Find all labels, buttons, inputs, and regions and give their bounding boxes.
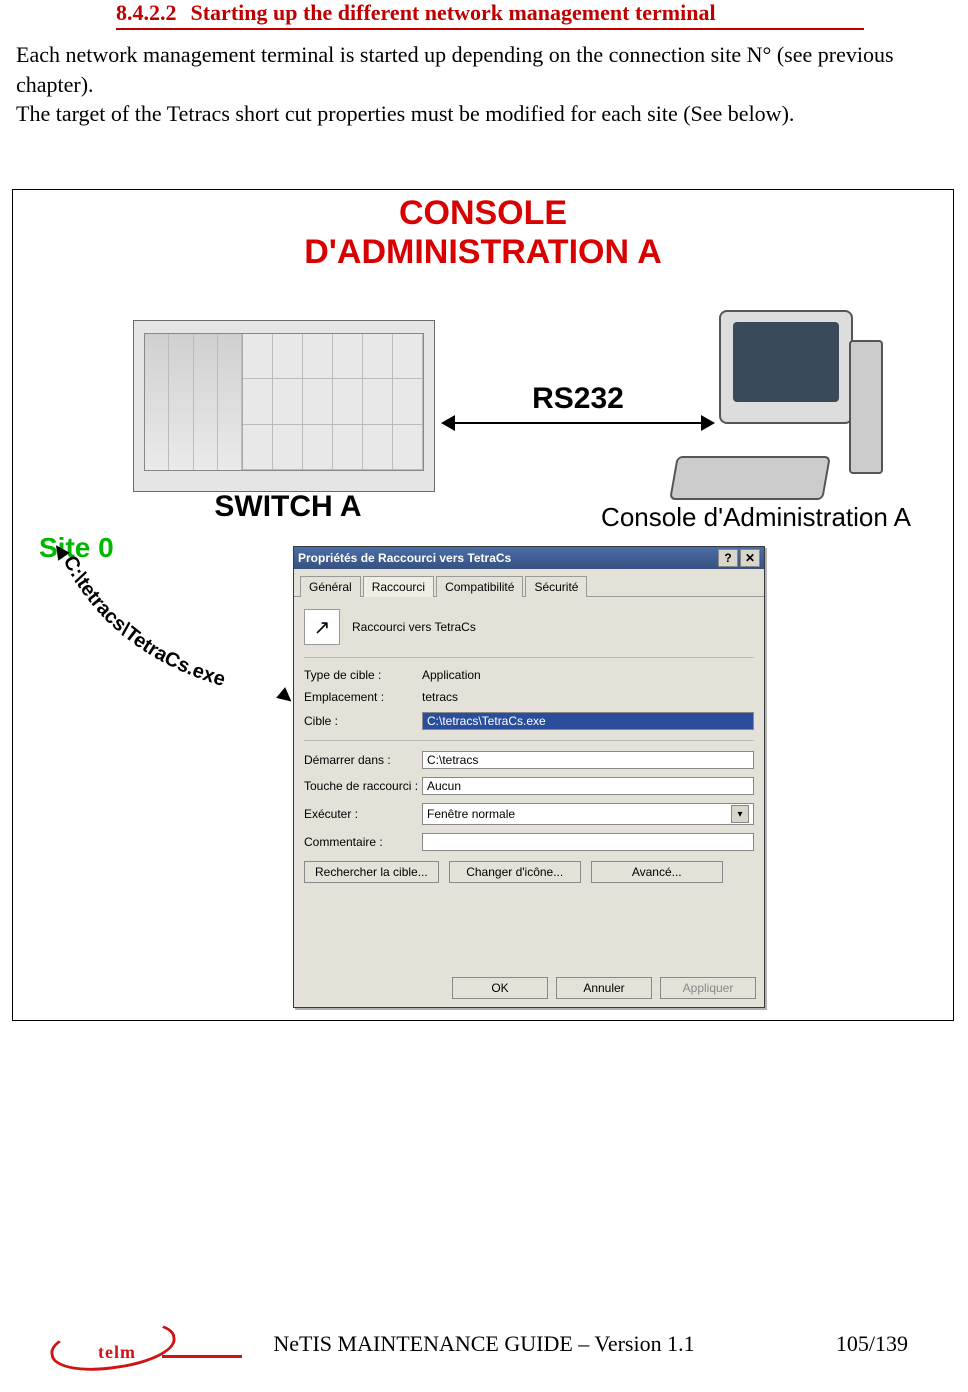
console-title-line2: D'ADMINISTRATION A (13, 233, 953, 272)
section-number: 8.4.2.2 (116, 0, 177, 26)
path-text-curve: C:\tetracs\TetraCs.exe (43, 550, 323, 720)
console-title-line1: CONSOLE (13, 194, 953, 233)
find-target-button[interactable]: Rechercher la cible... (304, 861, 439, 883)
paragraph-1: Each network management terminal is star… (16, 40, 952, 99)
target-input[interactable]: C:\tetracs\TetraCs.exe (422, 712, 754, 730)
tab-shortcut[interactable]: Raccourci (363, 576, 434, 597)
tab-security[interactable]: Sécurité (525, 576, 587, 597)
switch-illustration (133, 320, 435, 492)
startin-input[interactable]: C:\tetracs (422, 751, 754, 769)
close-button[interactable]: ✕ (740, 549, 760, 567)
tab-general[interactable]: Général (300, 576, 361, 597)
footer-page-number: 105/139 (788, 1331, 908, 1357)
rs232-label: RS232 (453, 382, 703, 416)
shortcut-icon: ↗ (304, 609, 340, 645)
properties-dialog: Propriétés de Raccourci vers TetraCs ? ✕… (293, 546, 765, 1008)
path-text: C:\tetracs\TetraCs.exe (59, 552, 228, 691)
icon-caption: Raccourci vers TetraCs (352, 620, 476, 634)
page-footer: telm NeTIS MAINTENANCE GUIDE – Version 1… (0, 1314, 968, 1374)
dialog-titlebar: Propriétés de Raccourci vers TetraCs ? ✕ (294, 547, 764, 569)
location-value: tetracs (422, 690, 458, 704)
ok-button[interactable]: OK (452, 977, 548, 999)
startin-label: Démarrer dans : (304, 753, 422, 767)
section-heading: 8.4.2.2 Starting up the different networ… (116, 0, 864, 30)
location-label: Emplacement : (304, 690, 422, 704)
hotkey-input[interactable]: Aucun (422, 777, 754, 795)
pc-illustration (673, 310, 883, 500)
apply-button[interactable]: Appliquer (660, 977, 756, 999)
body-text: Each network management terminal is star… (8, 40, 960, 129)
run-select[interactable]: Fenêtre normale ▾ (422, 803, 754, 825)
tab-compatibility[interactable]: Compatibilité (436, 576, 523, 597)
paragraph-2: The target of the Tetracs short cut prop… (16, 99, 952, 129)
pc-label: Console d'Administration A (571, 502, 941, 533)
help-button[interactable]: ? (718, 549, 738, 567)
console-title: CONSOLE D'ADMINISTRATION A (13, 194, 953, 272)
comment-input[interactable] (422, 833, 754, 851)
figure-diagram: CONSOLE D'ADMINISTRATION A SWITCH A RS23… (12, 189, 954, 1021)
change-icon-button[interactable]: Changer d'icône... (449, 861, 581, 883)
dialog-title: Propriétés de Raccourci vers TetraCs (298, 551, 511, 565)
footer-doc-title: NeTIS MAINTENANCE GUIDE – Version 1.1 (180, 1331, 788, 1357)
section-title: Starting up the different network manage… (191, 0, 716, 26)
brand-logo: telm (50, 1319, 180, 1369)
target-type-label: Type de cible : (304, 668, 422, 682)
hotkey-label: Touche de raccourci : (304, 779, 422, 793)
run-value: Fenêtre normale (427, 807, 515, 821)
switch-label: SWITCH A (158, 490, 418, 524)
run-label: Exécuter : (304, 807, 422, 821)
chevron-down-icon[interactable]: ▾ (731, 805, 749, 823)
advanced-button[interactable]: Avancé... (591, 861, 723, 883)
svg-text:C:\tetracs\TetraCs.exe: C:\tetracs\TetraCs.exe (59, 552, 228, 691)
cancel-button[interactable]: Annuler (556, 977, 652, 999)
brand-logo-text: telm (98, 1342, 136, 1363)
target-label: Cible : (304, 714, 422, 728)
target-type-value: Application (422, 668, 481, 682)
comment-label: Commentaire : (304, 835, 422, 849)
